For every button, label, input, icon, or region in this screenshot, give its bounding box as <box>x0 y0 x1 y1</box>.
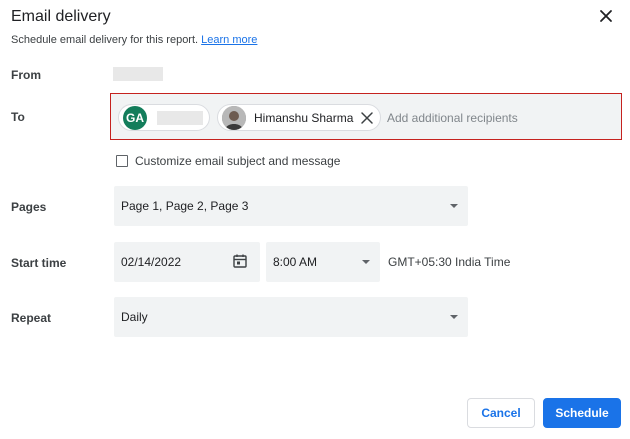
time-select[interactable]: 8:00 AM <box>266 242 380 282</box>
customize-checkbox[interactable] <box>116 155 128 167</box>
pages-label: Pages <box>11 200 47 214</box>
date-field[interactable]: 02/14/2022 <box>114 242 260 282</box>
recipient-name: Himanshu Sharma <box>254 111 354 125</box>
chevron-down-icon <box>450 204 458 208</box>
from-label: From <box>11 68 41 82</box>
avatar: GA <box>123 106 147 130</box>
recipient-name-redacted <box>157 111 203 125</box>
from-value-redacted <box>113 67 163 81</box>
cancel-button[interactable]: Cancel <box>467 398 535 428</box>
additional-recipients-input[interactable] <box>387 110 597 126</box>
recipient-chip[interactable]: GA <box>118 104 210 131</box>
date-value: 02/14/2022 <box>121 255 182 269</box>
repeat-label: Repeat <box>11 311 52 325</box>
close-icon[interactable] <box>596 6 616 26</box>
pages-value: Page 1, Page 2, Page 3 <box>121 199 249 213</box>
learn-more-link[interactable]: Learn more <box>201 34 257 46</box>
subtitle-text: Schedule email delivery for this report. <box>11 34 199 46</box>
schedule-button[interactable]: Schedule <box>543 398 621 428</box>
pages-select[interactable]: Page 1, Page 2, Page 3 <box>114 186 468 226</box>
remove-recipient-icon[interactable] <box>360 111 374 125</box>
recipients-field[interactable]: GA Himanshu Sharma <box>110 93 622 140</box>
chevron-down-icon <box>362 260 370 264</box>
avatar <box>222 106 246 130</box>
time-value: 8:00 AM <box>273 255 318 269</box>
timezone-text: GMT+05:30 India Time <box>388 255 511 269</box>
customize-label: Customize email subject and message <box>135 154 341 168</box>
email-delivery-dialog: Email delivery Schedule email delivery f… <box>0 0 630 439</box>
dialog-subtitle: Schedule email delivery for this report.… <box>11 34 257 46</box>
chevron-down-icon <box>450 315 458 319</box>
recipient-chip[interactable]: Himanshu Sharma <box>217 104 381 131</box>
repeat-value: Daily <box>121 310 148 324</box>
calendar-icon[interactable] <box>232 253 248 269</box>
repeat-select[interactable]: Daily <box>114 297 468 337</box>
start-time-label: Start time <box>11 256 67 270</box>
to-label: To <box>11 110 25 124</box>
dialog-title: Email delivery <box>11 8 111 25</box>
